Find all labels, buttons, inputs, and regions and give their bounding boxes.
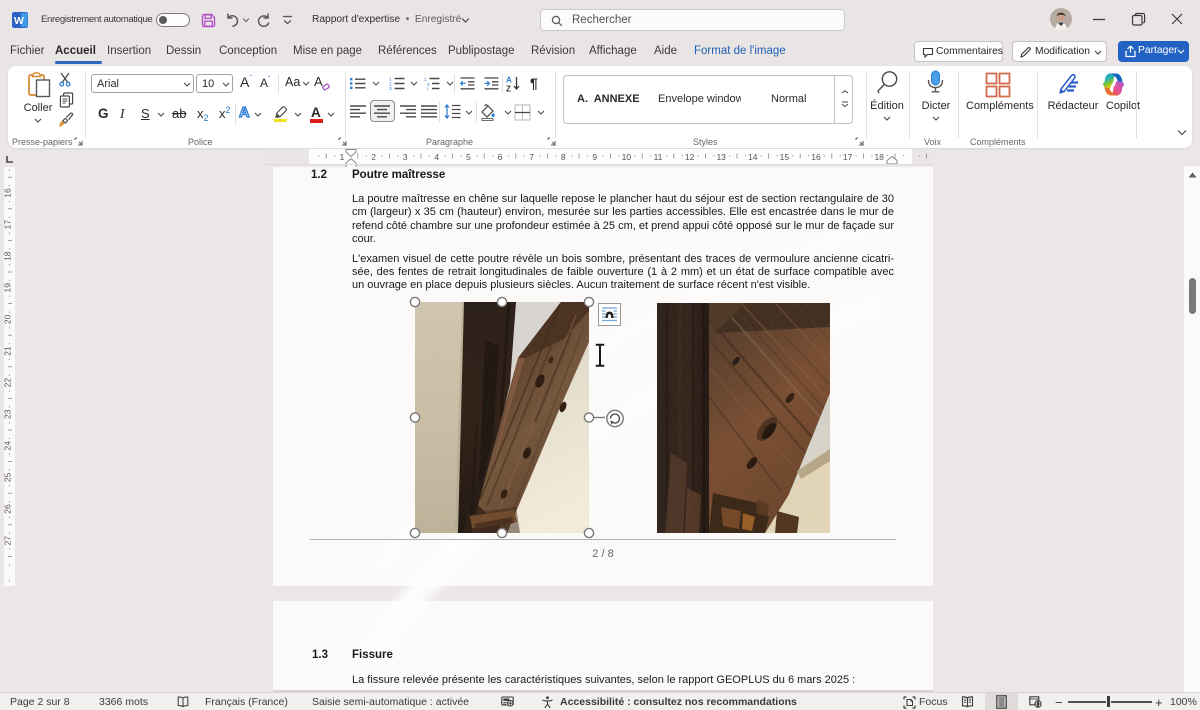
svg-text:13: 13	[716, 152, 726, 162]
svg-text:3: 3	[403, 152, 408, 162]
svg-text:12: 12	[685, 152, 695, 162]
svg-text:10: 10	[622, 152, 632, 162]
svg-text:9: 9	[592, 152, 597, 162]
svg-text:5: 5	[466, 152, 471, 162]
svg-text:6: 6	[498, 152, 503, 162]
svg-text:11: 11	[654, 152, 663, 162]
svg-text:3: 3	[389, 86, 392, 90]
svg-text:14: 14	[748, 152, 758, 162]
svg-text:A: A	[506, 76, 512, 85]
svg-text:16: 16	[811, 152, 821, 162]
svg-text:15: 15	[780, 152, 790, 162]
svg-text:4: 4	[434, 152, 439, 162]
svg-text:2: 2	[371, 152, 376, 162]
svg-text:Z: Z	[506, 85, 511, 93]
svg-text:1: 1	[340, 152, 345, 162]
svg-text:17: 17	[843, 152, 853, 162]
svg-text:7: 7	[529, 152, 534, 162]
svg-text:i: i	[427, 86, 428, 90]
svg-text:W: W	[14, 15, 24, 27]
svg-text:8: 8	[561, 152, 566, 162]
svg-text:18: 18	[874, 152, 884, 162]
